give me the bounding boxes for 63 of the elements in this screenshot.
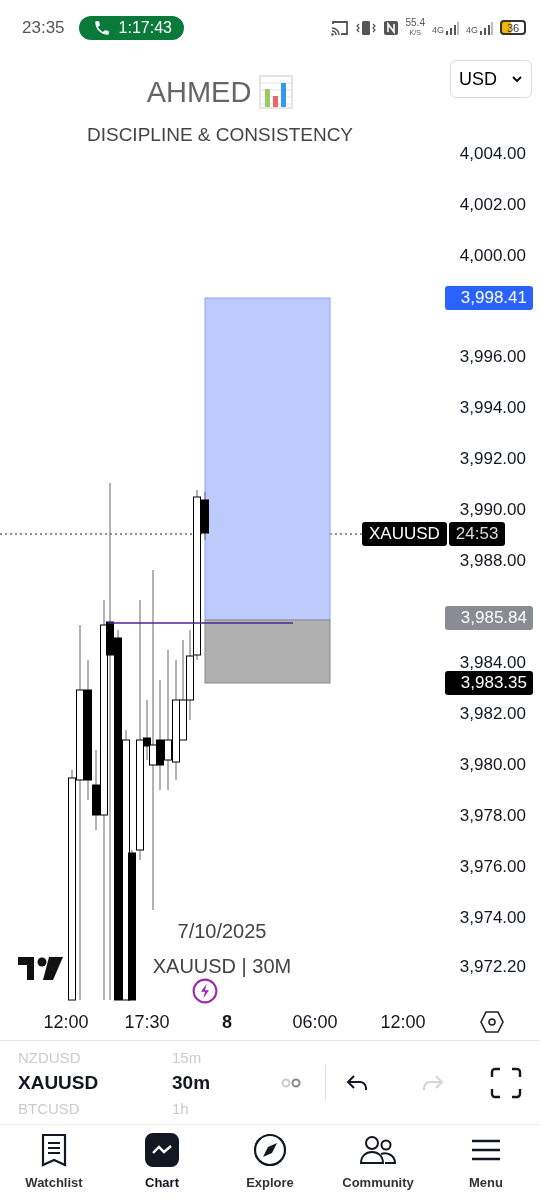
nav-tab[interactable]: Menu: [432, 1131, 540, 1200]
price-axis-label: 3,976.00: [459, 857, 526, 877]
symbol-price-badge: XAUUSD: [362, 522, 447, 546]
watchlist-icon: [39, 1133, 69, 1167]
price-axis-label: 3,996.00: [459, 347, 526, 367]
price-axis-label: 3,992.00: [459, 449, 526, 469]
price-axis-label: 3,978.00: [459, 806, 526, 826]
price-axis-label: 3,990.00: [459, 500, 526, 520]
cast-icon: [330, 19, 349, 36]
entry-price-badge: 3,985.84: [445, 606, 533, 630]
time-axis-label: 17:30: [124, 1012, 170, 1033]
price-axis-label: 4,002.00: [459, 195, 526, 215]
price-axis-label: 4,000.00: [459, 246, 526, 266]
chart-icon: [145, 1133, 179, 1167]
chart-title: AHMED: [146, 75, 252, 109]
time-axis-label: 8: [222, 1012, 232, 1033]
nfc-icon: [382, 19, 399, 36]
toggle-icon[interactable]: [281, 1077, 303, 1088]
price-axis-label: 3,988.00: [459, 551, 526, 571]
compass-icon: [253, 1133, 287, 1167]
clock: 23:35: [22, 17, 65, 38]
lightning-icon[interactable]: [192, 978, 218, 1004]
nav-tab[interactable]: Watchlist: [0, 1131, 108, 1200]
chart-subtitle: DISCIPLINE & CONSISTENCY: [85, 124, 355, 146]
nav-tab[interactable]: Explore: [216, 1131, 324, 1200]
price-axis-label: 3,972.20: [459, 957, 526, 977]
entry-line[interactable]: [107, 622, 294, 624]
interval-option[interactable]: 30m: [172, 1067, 242, 1098]
network-type: 4G: [466, 24, 478, 35]
time-axis-label: 12:00: [43, 1012, 89, 1033]
time-axis-label: 06:00: [292, 1012, 338, 1033]
network-speed: 55.4: [405, 17, 425, 28]
watermark-date: 7/10/2025: [177, 920, 267, 943]
watermark-symbol: XAUUSD | 30M: [152, 955, 292, 978]
currency-dropdown[interactable]: USD: [450, 60, 532, 98]
signal-icon: [479, 20, 493, 35]
settings-icon[interactable]: [480, 1011, 504, 1033]
symbol-option[interactable]: XAUUSD: [18, 1067, 172, 1098]
price-axis-label: 3,974.00: [459, 908, 526, 928]
people-icon: [360, 1135, 396, 1165]
time-axis-label: 12:00: [380, 1012, 426, 1033]
price-axis-label: 3,980.00: [459, 755, 526, 775]
nav-tab[interactable]: Community: [324, 1131, 432, 1200]
stop-zone[interactable]: [204, 619, 331, 684]
network-type: 4G: [431, 24, 444, 35]
bar-chart-icon: [259, 75, 294, 109]
price-axis-label: 3,994.00: [459, 398, 526, 418]
chevron-down-icon: [511, 75, 523, 83]
phone-icon: [92, 18, 111, 37]
undo-button[interactable]: [346, 1072, 370, 1093]
menu-icon: [471, 1138, 501, 1162]
price-axis-label: 3,982.00: [459, 704, 526, 724]
countdown-badge: 24:53: [448, 522, 506, 546]
price-axis-label: 4,004.00: [459, 144, 526, 164]
signal-icon: [445, 20, 459, 35]
call-timer-pill[interactable]: 1:17:43: [78, 15, 184, 40]
logo-icon[interactable]: [18, 957, 63, 980]
target-price-badge: 3,998.41: [445, 286, 533, 310]
price-axis-label: 3,984.00: [459, 653, 526, 673]
stop-price-badge: 3,983.35: [445, 671, 533, 695]
vibrate-icon: [355, 19, 376, 36]
fullscreen-icon[interactable]: [490, 1066, 522, 1099]
nav-tab[interactable]: Chart: [108, 1131, 216, 1200]
